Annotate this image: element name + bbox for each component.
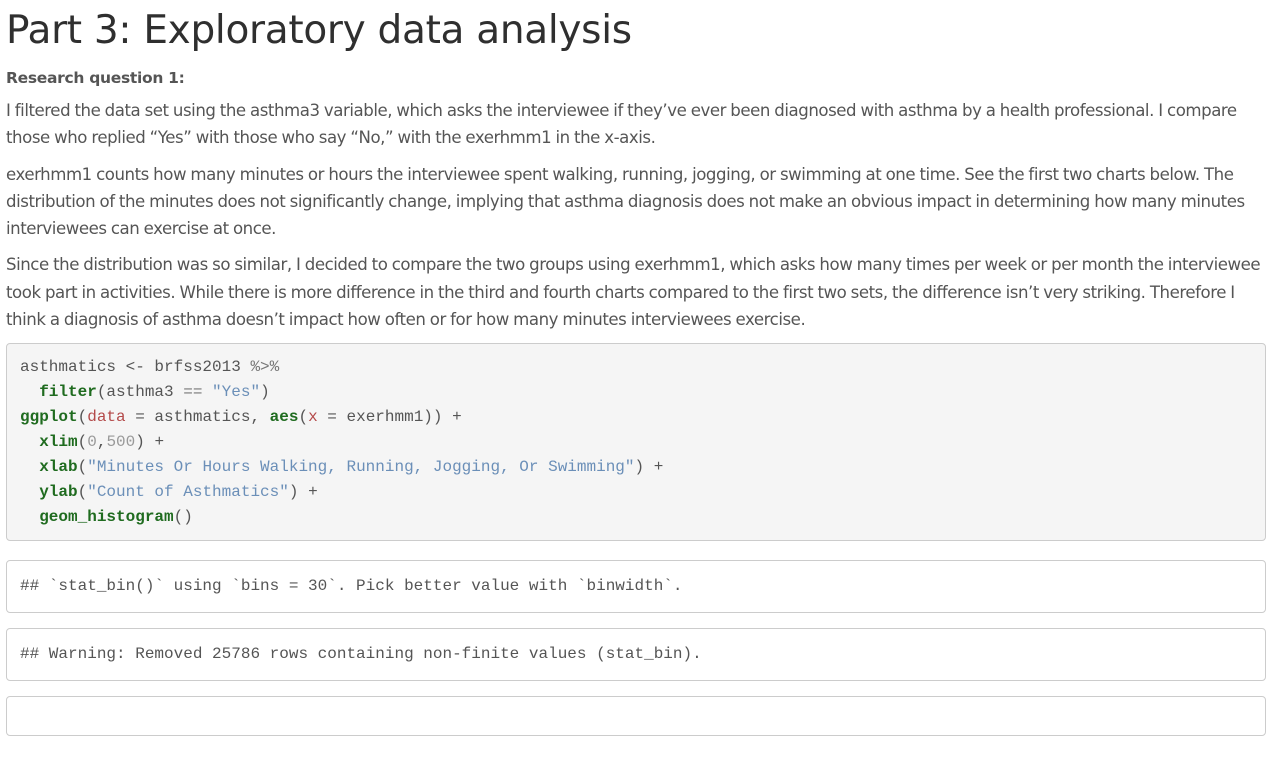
code-token: () [173, 508, 193, 527]
code-line-4: xlim(0,500) + [20, 433, 164, 451]
code-token: ( [77, 483, 88, 502]
paragraph-3: Since the distribution was so similar, I… [6, 255, 1261, 330]
code-token: ) + [634, 458, 664, 477]
code-line-3: ggplot(data = asthmatics, aes(x = exerhm… [20, 408, 462, 426]
code-line-7: geom_histogram() [20, 508, 193, 526]
code-line-1: asthmatics <- brfss2013 %>% [20, 358, 279, 376]
code-line-5: xlab("Minutes Or Hours Walking, Running,… [20, 458, 663, 476]
console-output-warning: ## Warning: Removed 25786 rows containin… [6, 628, 1266, 682]
code-token: (asthma3 [96, 383, 184, 402]
code-token: ) + [135, 433, 165, 452]
code-function: ggplot [20, 408, 78, 427]
code-token: ( [77, 433, 88, 452]
code-token: %>% [240, 358, 280, 377]
code-token: asthmatics [20, 358, 117, 377]
paragraph-1: I filtered the data set using the asthma… [6, 101, 1237, 148]
code-string: "Yes" [212, 383, 261, 402]
code-token: ( [298, 408, 309, 427]
code-argument: x [308, 408, 318, 427]
code-function: ylab [39, 483, 78, 502]
code-function: xlim [39, 433, 78, 452]
code-token: ) + [288, 483, 318, 502]
code-token: brfss2013 [154, 358, 241, 377]
code-token: <- [116, 358, 155, 377]
code-function: xlab [39, 458, 78, 477]
code-token: , [96, 433, 107, 452]
code-token: ( [77, 458, 88, 477]
code-token: ) [260, 383, 270, 402]
document-page: Part 3: Exploratory data analysis Resear… [0, 0, 1282, 737]
code-token: ( [77, 408, 88, 427]
code-number: 500 [106, 433, 136, 452]
code-function: filter [39, 383, 97, 402]
page-title: Part 3: Exploratory data analysis [6, 8, 632, 53]
console-output-message: ## `stat_bin()` using `bins = 30`. Pick … [6, 560, 1266, 614]
r-code-block[interactable]: asthmatics <- brfss2013 %>% filter(asthm… [6, 343, 1266, 542]
code-number: 0 [87, 433, 97, 452]
code-function: aes [269, 408, 299, 427]
code-string: "Count of Asthmatics" [87, 483, 289, 502]
console-output-block [6, 696, 1266, 737]
code-argument: data [87, 408, 126, 427]
section-subheading: Research question 1: [6, 69, 185, 87]
code-line-2: filter(asthma3 == "Yes") [20, 383, 270, 402]
code-line-6: ylab("Count of Asthmatics") + [20, 483, 318, 502]
code-token: = exerhmm1)) + [317, 408, 462, 427]
paragraph-2: exerhmm1 counts how many minutes or hour… [6, 164, 1245, 239]
code-token: == [183, 383, 203, 402]
code-token: = asthmatics, [125, 408, 270, 427]
code-function: geom_histogram [39, 508, 174, 527]
code-string: "Minutes Or Hours Walking, Running, Jogg… [87, 458, 635, 477]
